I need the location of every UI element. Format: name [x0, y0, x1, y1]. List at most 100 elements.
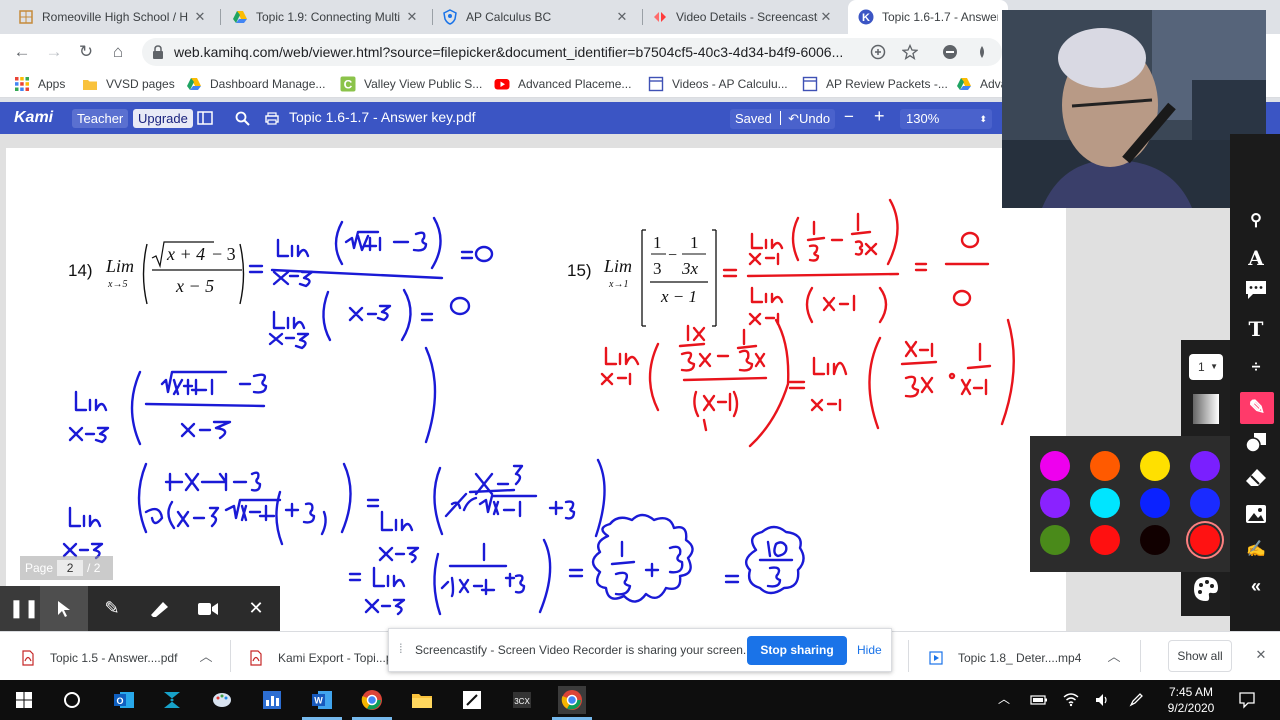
- search-icon[interactable]: [235, 111, 250, 126]
- color-swatch[interactable]: [1090, 525, 1120, 555]
- bookmark-ap-review[interactable]: AP Review Packets -...: [802, 75, 948, 93]
- show-all-button[interactable]: Show all: [1168, 640, 1232, 672]
- reload-icon[interactable]: ↻: [74, 40, 98, 64]
- chevron-up-icon[interactable]: ︿: [998, 690, 1010, 707]
- home-icon[interactable]: ⌂: [106, 40, 130, 64]
- back-arrow-icon[interactable]: ←: [10, 40, 34, 64]
- color-swatch[interactable]: [1140, 488, 1170, 518]
- color-swatch[interactable]: [1040, 525, 1070, 555]
- text-tool-icon[interactable]: T: [1244, 317, 1268, 341]
- forward-arrow-icon[interactable]: →: [42, 40, 66, 64]
- equation-icon[interactable]: ÷: [1244, 356, 1268, 380]
- drag-handle-icon[interactable]: ⁞: [399, 641, 403, 656]
- download-item[interactable]: Topic 1.5 - Answer....pdf: [20, 648, 177, 668]
- calculator-chart-icon[interactable]: [258, 686, 286, 714]
- hide-button[interactable]: Hide: [857, 643, 882, 657]
- wifi-icon[interactable]: [1062, 691, 1080, 707]
- outlook-icon[interactable]: O: [110, 686, 138, 714]
- 3cx-icon[interactable]: 3CX: [508, 686, 536, 714]
- bookmark-advanced-placement[interactable]: Advanced Placeme...: [494, 75, 631, 93]
- chevron-up-icon[interactable]: ︿: [196, 646, 216, 666]
- locked-tool-icon[interactable]: ⚲: [1244, 209, 1268, 233]
- paint-icon[interactable]: [208, 686, 236, 714]
- whiteboard-icon[interactable]: [458, 686, 486, 714]
- page-label: Page: [25, 561, 54, 575]
- shapes-icon[interactable]: [1244, 432, 1268, 456]
- zoom-select[interactable]: 130% ⬍: [900, 109, 992, 129]
- tab-video-details[interactable]: Video Details - Screencastif ✕: [642, 0, 844, 34]
- windows-start-icon[interactable]: [10, 686, 38, 714]
- page-number-input[interactable]: 2: [57, 560, 84, 576]
- bookmark-apps[interactable]: Apps: [14, 75, 65, 93]
- word-icon[interactable]: W: [308, 686, 336, 714]
- pen-icon[interactable]: ✎: [1240, 392, 1274, 424]
- highlighter-icon[interactable]: [136, 586, 184, 631]
- color-swatch[interactable]: [1190, 488, 1220, 518]
- stop-sharing-button[interactable]: Stop sharing: [747, 636, 847, 665]
- chrome-icon[interactable]: [558, 686, 586, 714]
- sidebar-toggle-icon[interactable]: [197, 111, 213, 125]
- file-explorer-icon[interactable]: [408, 686, 436, 714]
- zoom-in-button[interactable]: +: [874, 106, 885, 127]
- close-icon[interactable]: ✕: [192, 9, 208, 25]
- close-icon[interactable]: ✕: [404, 9, 420, 25]
- tab-ap-calculus[interactable]: AP Calculus BC ✕: [432, 0, 640, 34]
- add-icon[interactable]: [870, 44, 886, 60]
- kami-logo: Kami: [14, 109, 54, 126]
- eraser-icon[interactable]: [1244, 468, 1268, 492]
- color-swatch[interactable]: [1090, 488, 1120, 518]
- volume-icon[interactable]: [1094, 692, 1110, 708]
- upgrade-button[interactable]: Upgrade: [133, 109, 193, 128]
- bookmark-vvsd[interactable]: VVSD pages: [82, 75, 175, 93]
- collapse-icon[interactable]: «: [1244, 574, 1268, 598]
- chrome-icon[interactable]: [358, 686, 386, 714]
- palette-icon[interactable]: [1191, 574, 1221, 604]
- teacher-button[interactable]: Teacher: [72, 109, 129, 128]
- signature-icon[interactable]: ✍: [1244, 538, 1268, 562]
- comment-icon[interactable]: [1244, 280, 1268, 304]
- close-icon[interactable]: ✕: [232, 586, 280, 631]
- color-swatch[interactable]: [1040, 488, 1070, 518]
- tab-topic-1-9[interactable]: Topic 1.9: Connecting Multi ✕: [222, 0, 430, 34]
- search-circle-icon[interactable]: [58, 686, 86, 714]
- cursor-icon[interactable]: [40, 586, 88, 631]
- bookmark-videos-ap[interactable]: Videos - AP Calculu...: [648, 75, 788, 93]
- close-icon[interactable]: ✕: [614, 9, 630, 25]
- undo-button[interactable]: ↶Undo: [788, 111, 830, 126]
- download-item[interactable]: Topic 1.8_ Deter....mp4: [928, 648, 1081, 668]
- bookmark-valley-view[interactable]: C Valley View Public S...: [340, 75, 482, 93]
- battery-icon[interactable]: [1030, 693, 1048, 707]
- image-icon[interactable]: [1244, 504, 1268, 528]
- extension-icon[interactable]: [942, 44, 958, 60]
- opacity-slider[interactable]: [1193, 394, 1219, 424]
- webcam-overlay[interactable]: [1002, 10, 1266, 208]
- color-swatch[interactable]: [1190, 525, 1220, 555]
- star-icon[interactable]: [902, 44, 918, 60]
- color-swatch[interactable]: [1090, 451, 1120, 481]
- chevron-up-icon[interactable]: ︿: [1104, 646, 1124, 666]
- color-swatch[interactable]: [1190, 451, 1220, 481]
- system-clock[interactable]: 7:45 AM 9/2/2020: [1160, 684, 1222, 716]
- tab-kami-answer[interactable]: K Topic 1.6-1.7 - Answer: [848, 0, 1008, 34]
- notifications-icon[interactable]: [1238, 691, 1256, 709]
- pen-input-icon[interactable]: [1128, 692, 1144, 708]
- color-swatch[interactable]: [1140, 451, 1170, 481]
- pdf-icon: [22, 650, 34, 666]
- bookmark-dashboard[interactable]: Dashboard Manage...: [186, 75, 325, 93]
- sway-icon[interactable]: [158, 686, 186, 714]
- pen-icon[interactable]: ✎: [88, 586, 136, 631]
- bookmark-adva[interactable]: Adva: [956, 75, 1007, 93]
- color-swatch[interactable]: [1040, 451, 1070, 481]
- camera-icon[interactable]: [184, 586, 232, 631]
- zoom-out-button[interactable]: −: [844, 107, 854, 127]
- print-icon[interactable]: [265, 112, 279, 125]
- download-item[interactable]: Kami Export - Topi...p: [248, 648, 393, 668]
- stroke-size-select[interactable]: 1 ▼: [1189, 354, 1223, 380]
- close-icon[interactable]: ✕: [818, 9, 834, 25]
- color-swatch[interactable]: [1140, 525, 1170, 555]
- close-icon[interactable]: ✕: [1252, 647, 1270, 665]
- address-bar[interactable]: web.kamihq.com/web/viewer.html?source=fi…: [142, 38, 1002, 66]
- text-style-icon[interactable]: A: [1244, 246, 1268, 270]
- extension-drop-icon[interactable]: [974, 44, 990, 60]
- tab-romeoville[interactable]: Romeoville High School / H ✕: [8, 0, 218, 34]
